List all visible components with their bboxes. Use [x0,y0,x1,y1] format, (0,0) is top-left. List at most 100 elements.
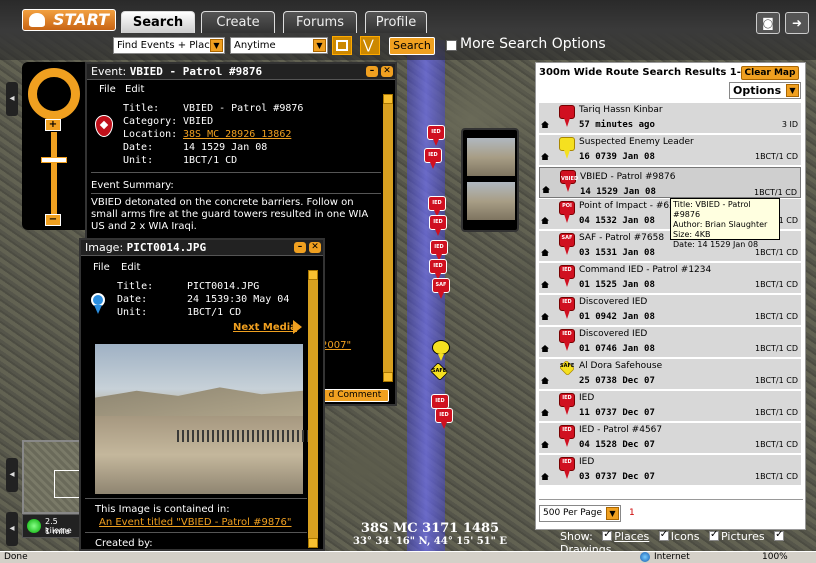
map-marker-ied[interactable]: IED [429,259,447,280]
result-item[interactable]: IED Discovered IED 01 0746 Jan 08 1BCT/1 CD [539,327,801,358]
home-icon[interactable] [541,473,549,480]
more-search-options-label[interactable]: More Search Options [460,36,606,52]
home-icon[interactable] [542,186,550,193]
tab-profile[interactable]: Profile [365,11,427,33]
file-menu[interactable]: File [99,84,116,95]
media-thumbnails[interactable] [461,128,519,232]
pictures-checkbox[interactable] [709,529,720,541]
result-item[interactable]: SAFE Al Dora Safehouse 25 0738 Dec 07 1BCT/… [539,359,801,390]
tab-create[interactable]: Create [201,11,275,33]
scroll-up-icon[interactable] [383,94,393,104]
image-panel-titlebar[interactable]: Image: PICT0014.JPG [81,240,323,256]
scroll-down-icon[interactable] [308,538,318,548]
parent-event-link[interactable]: An Event titled "VBIED - Patrol #9876" [99,517,292,528]
result-item[interactable]: IED IED 03 0737 Dec 07 1BCT/1 CD [539,455,801,486]
result-title[interactable]: VBIED - Patrol #9876 [580,170,675,185]
map-marker-safehouse[interactable]: SAFE [429,362,449,384]
home-icon[interactable] [541,377,549,384]
file-menu[interactable]: File [93,262,110,273]
places-label[interactable]: Places [614,530,649,543]
more-search-checkbox[interactable] [446,40,457,51]
page-number[interactable]: 1 [629,508,635,518]
result-item[interactable]: IED Discovered IED 01 0942 Jan 08 1BCT/1 CD [539,295,801,326]
result-title[interactable]: Al Dora Safehouse [579,361,662,371]
result-item[interactable]: VBIED VBIED - Patrol #9876 14 1529 Jan 08 1… [539,167,801,198]
image-scrollbar[interactable] [308,270,318,548]
minimap-viewport[interactable] [54,470,82,498]
result-title[interactable]: Suspected Enemy Leader [579,137,694,147]
clear-map-button[interactable]: Clear Map [741,66,799,80]
per-page-select[interactable]: 500 Per Page ▼ [539,505,621,522]
home-icon[interactable] [541,313,549,320]
zoom-track[interactable] [51,132,57,222]
result-title[interactable]: Point of Impact - #625 [579,201,681,211]
left-arrow-icon[interactable]: ◂ [6,458,18,492]
start-button[interactable]: START [22,9,116,31]
close-icon[interactable]: ✕ [309,242,321,253]
event-link-partial[interactable]: 2007" [321,340,351,351]
edit-menu[interactable]: Edit [125,84,144,95]
result-item[interactable]: IED IED - Patrol #4567 04 1528 Dec 07 1BCT/… [539,423,801,454]
chevron-down-icon[interactable]: ▼ [606,507,619,520]
result-title[interactable]: SAF - Patrol #7658 [579,233,664,243]
result-item[interactable]: Tariq Hassn Kinbar 57 minutes ago 3 ID [539,103,801,134]
image-preview[interactable] [95,344,317,494]
icons-label[interactable]: Icons [671,530,700,543]
left-arrow-icon[interactable]: ◂ [6,512,18,546]
home-icon[interactable] [541,217,549,224]
result-title[interactable]: IED [579,457,594,467]
home-icon[interactable] [541,153,549,160]
result-title[interactable]: IED - Patrol #4567 [579,425,662,435]
thumbnail-image[interactable] [467,138,515,176]
result-item[interactable]: Suspected Enemy Leader 16 0739 Jan 08 1BCT… [539,135,801,166]
pan-ring[interactable] [28,68,80,120]
chevron-down-icon[interactable]: ▼ [313,39,326,52]
result-title[interactable]: Discovered IED [579,297,647,307]
home-icon[interactable] [541,409,549,416]
tab-search[interactable]: Search [121,11,195,33]
result-title[interactable]: Discovered IED [579,329,647,339]
next-media-link[interactable]: Next Media [233,322,297,333]
close-icon[interactable]: ✕ [381,66,393,77]
map-marker-suspect[interactable] [432,340,450,361]
drawings-checkbox[interactable] [774,529,785,541]
result-item[interactable]: IED IED 11 0737 Dec 07 1BCT/1 CD [539,391,801,422]
chevron-down-icon[interactable]: ▼ [210,39,223,52]
drawings-label[interactable]: Drawings [560,543,611,551]
zoom-level[interactable]: 100% [762,552,788,562]
event-scrollbar[interactable] [383,94,393,382]
places-checkbox[interactable] [602,529,613,541]
exit-icon[interactable]: ➜ [785,12,809,34]
event-location-link[interactable]: 38S MC 28926 13862 [183,129,291,140]
route-tool-icon[interactable]: ⋁ [360,36,380,55]
edit-menu[interactable]: Edit [121,262,140,273]
pictures-label[interactable]: Pictures [721,530,765,543]
icons-checkbox[interactable] [658,529,669,541]
add-comment-button[interactable]: d Comment [321,389,389,402]
result-item[interactable]: IED Command IED - Patrol #1234 01 1525 Jan… [539,263,801,294]
home-icon[interactable] [541,121,549,128]
camera-icon[interactable]: ◙ [756,12,780,34]
minimize-icon[interactable]: – [294,242,306,253]
home-icon[interactable] [541,281,549,288]
map-marker-ied[interactable]: IED [424,148,442,169]
home-icon[interactable] [541,345,549,352]
time-range-select[interactable]: Anytime ▼ [230,37,328,54]
map-marker-ied[interactable]: IED [427,125,445,146]
tab-forums[interactable]: Forums [283,11,357,33]
scroll-down-icon[interactable] [383,372,393,382]
zoom-slider-handle[interactable] [41,157,67,163]
map-marker-ied[interactable]: IED [428,196,446,217]
minimize-icon[interactable]: – [366,66,378,77]
find-type-select[interactable]: Find Events + Places ▼ [113,37,225,54]
result-title[interactable]: Tariq Hassn Kinbar [579,105,663,115]
select-area-icon[interactable] [332,36,352,55]
home-icon[interactable] [541,249,549,256]
thumbnail-image[interactable] [467,182,515,220]
result-title[interactable]: Command IED - Patrol #1234 [579,265,711,275]
options-select[interactable]: Options ▼ [729,82,801,99]
zoom-in-button[interactable]: + [45,119,61,131]
map-marker-ied[interactable]: IED [435,408,453,429]
home-icon[interactable] [541,441,549,448]
event-panel-titlebar[interactable]: Event: VBIED - Patrol #9876 [87,64,395,80]
